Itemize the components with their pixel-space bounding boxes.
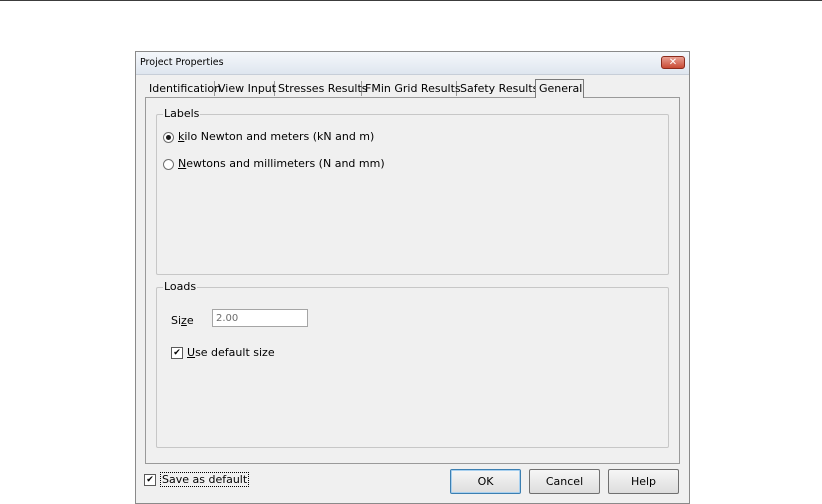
help-button[interactable]: Help [608,469,679,494]
size-label: Size [171,314,194,327]
radio-n-accel: N [178,157,187,170]
save-as-default-checkbox[interactable]: ✔ Save as default [144,472,250,487]
use-default-accel: U [187,346,196,359]
radio-n-label: ewtons and millimeters (N and mm) [186,157,385,170]
tab-safety-results[interactable]: Safety Results [457,81,538,96]
ok-button[interactable]: OK [450,469,521,494]
tab-general[interactable]: General [535,79,584,98]
project-properties-dialog: Project Properties ✕ Identification View… [135,51,690,504]
check-icon[interactable]: ✔ [171,347,183,359]
close-icon: ✕ [668,57,678,68]
radio-newtons-millimeters[interactable]: Newtons and millimeters (N and mm) [163,157,385,170]
window-title: Project Properties [140,57,224,68]
labels-group-title: Labels [163,107,201,120]
close-button[interactable]: ✕ [661,56,685,69]
radio-kn-label: ilo Newton and meters (kN and m) [184,130,375,143]
tab-fmin-grid-results[interactable]: FMin Grid Results [362,81,461,96]
top-separator-line [0,0,822,1]
loads-groupbox: Loads Size ✔ Use default size [156,280,669,448]
general-tab-panel: Labels kilo Newton and meters (kN and m)… [145,97,680,464]
cancel-button[interactable]: Cancel [529,469,600,494]
tab-stresses-results[interactable]: Stresses Results [275,81,368,96]
tab-view-input[interactable]: View Input [215,81,276,96]
radio-icon[interactable] [163,158,174,170]
tab-identification[interactable]: Identification [146,81,221,96]
use-default-size-checkbox[interactable]: ✔ Use default size [171,346,275,359]
radio-kilo-newton-meters[interactable]: kilo Newton and meters (kN and m) [163,130,374,143]
size-input[interactable] [212,309,308,327]
use-default-label: se default size [195,346,275,359]
loads-group-title: Loads [163,280,198,293]
title-bar[interactable]: Project Properties ✕ [136,52,689,75]
radio-icon[interactable] [163,131,174,143]
check-icon[interactable]: ✔ [144,474,156,486]
size-label-post: e [186,314,194,327]
save-as-default-label: Save as default [160,472,250,487]
labels-groupbox: Labels kilo Newton and meters (kN and m)… [156,107,669,275]
size-label-pre: Si [171,314,182,327]
